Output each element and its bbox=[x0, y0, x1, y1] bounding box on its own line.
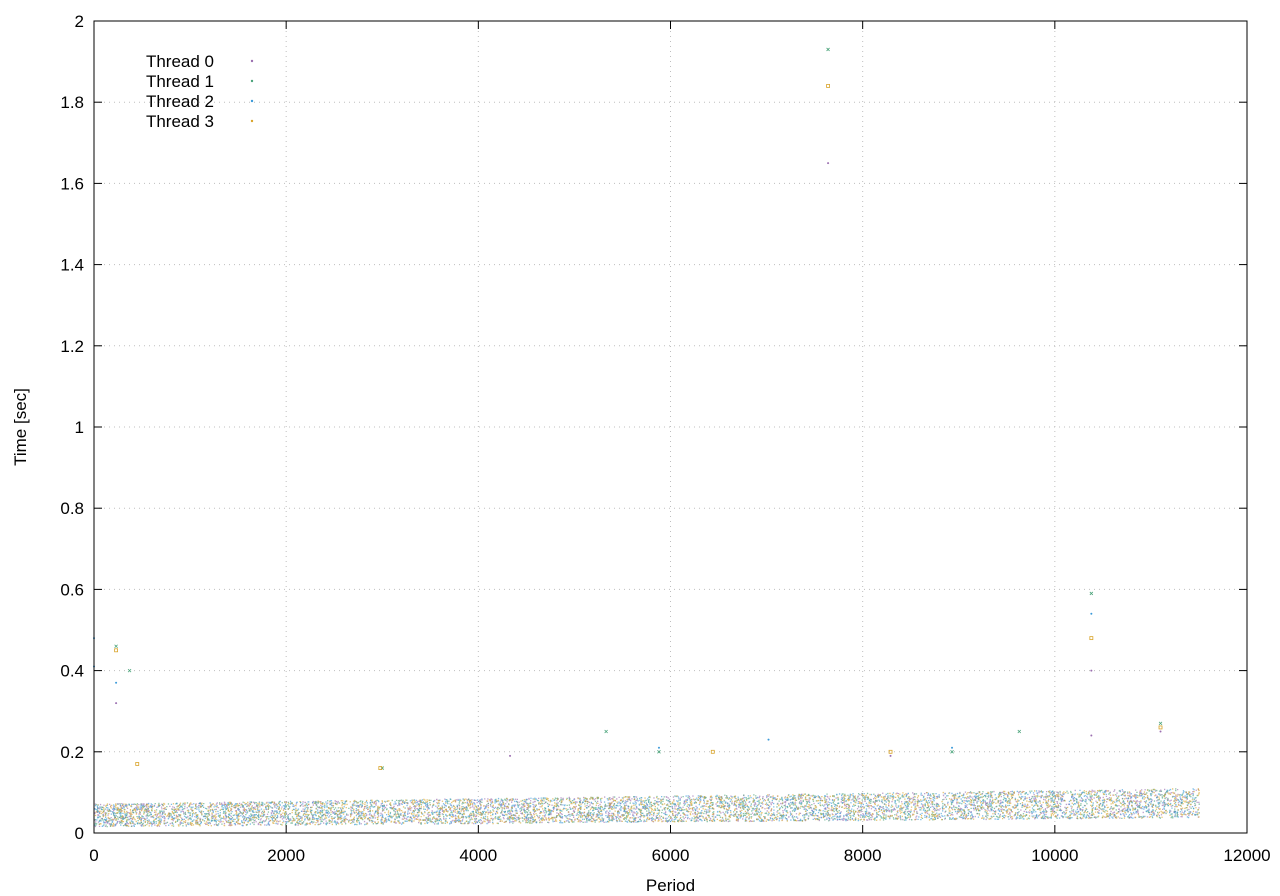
data-point bbox=[135, 762, 140, 766]
y-tick-label: 1.4 bbox=[60, 256, 84, 275]
data-point bbox=[509, 754, 512, 757]
data-point bbox=[114, 644, 118, 649]
y-tick-label: 2 bbox=[75, 12, 84, 31]
data-point bbox=[710, 749, 715, 754]
data-point bbox=[951, 746, 954, 749]
y-tick-label: 1.8 bbox=[60, 93, 84, 112]
data-point bbox=[1089, 636, 1094, 641]
y-tick-label: 0.8 bbox=[60, 499, 84, 518]
y-tick-label: 0.6 bbox=[60, 580, 84, 599]
legend: Thread 0Thread 1Thread 2Thread 3 bbox=[146, 52, 254, 131]
legend-marker bbox=[250, 119, 254, 123]
data-point bbox=[115, 681, 118, 684]
x-tick-label: 4000 bbox=[459, 846, 497, 865]
data-point bbox=[657, 750, 661, 754]
data-point bbox=[1017, 729, 1022, 734]
scatter-chart: 0 2000 4000 6000 8000 10000 12000 0 0.2 0.4 0.6 0.8… bbox=[11, 12, 1271, 895]
data-points bbox=[93, 47, 1201, 828]
y-tick-label: 1.2 bbox=[60, 337, 84, 356]
legend-marker bbox=[250, 99, 254, 103]
data-point bbox=[115, 702, 118, 705]
y-tick-label: 1.6 bbox=[60, 174, 84, 193]
data-point bbox=[826, 47, 830, 52]
data-point bbox=[657, 746, 660, 749]
data-point bbox=[1159, 730, 1162, 733]
data-point bbox=[1089, 591, 1094, 596]
data-point bbox=[380, 766, 385, 770]
x-axis-title: Period bbox=[646, 876, 695, 895]
grid-lines bbox=[94, 21, 1247, 833]
data-point bbox=[827, 162, 830, 165]
y-axis-title: Time [sec] bbox=[11, 388, 30, 466]
legend-label: Thread 0 bbox=[146, 52, 214, 71]
x-tick-label: 8000 bbox=[844, 846, 882, 865]
legend-label: Thread 3 bbox=[146, 112, 214, 131]
x-tick-label: 10000 bbox=[1031, 846, 1078, 865]
data-point bbox=[950, 750, 954, 754]
y-tick-label: 0 bbox=[75, 824, 84, 843]
data-point bbox=[889, 754, 892, 757]
data-point bbox=[114, 648, 118, 653]
data-point bbox=[1090, 612, 1093, 615]
data-point bbox=[604, 729, 608, 734]
data-point bbox=[1158, 725, 1163, 730]
tick-labels: 0 2000 4000 6000 8000 10000 12000 0 0.2 0.4 0.6 0.8… bbox=[60, 12, 1270, 865]
y-tick-label: 0.4 bbox=[60, 662, 84, 681]
legend-marker bbox=[250, 59, 254, 63]
y-tick-label: 1 bbox=[75, 418, 84, 437]
x-tick-label: 0 bbox=[89, 846, 98, 865]
data-point bbox=[1090, 669, 1093, 672]
legend-marker bbox=[250, 79, 254, 83]
data-point bbox=[767, 738, 770, 741]
legend-label: Thread 2 bbox=[146, 92, 214, 111]
data-point bbox=[1158, 721, 1163, 726]
y-tick-label: 0.2 bbox=[60, 743, 84, 762]
legend-label: Thread 1 bbox=[146, 72, 214, 91]
x-tick-label: 2000 bbox=[267, 846, 305, 865]
data-point bbox=[826, 84, 830, 88]
data-point bbox=[127, 668, 132, 673]
data-point bbox=[1090, 734, 1093, 737]
x-tick-label: 6000 bbox=[652, 846, 690, 865]
x-tick-label: 12000 bbox=[1223, 846, 1270, 865]
